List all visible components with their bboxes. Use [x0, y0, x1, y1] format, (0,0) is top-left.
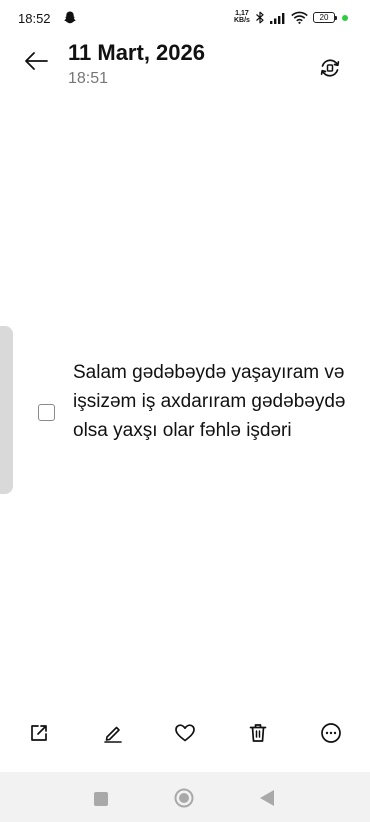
network-speed-value: 1,17 [235, 10, 249, 17]
snapchat-ghost-icon [64, 11, 76, 24]
share-icon[interactable] [27, 721, 51, 745]
sync-icon[interactable] [318, 56, 342, 80]
recent-apps-icon[interactable] [94, 792, 108, 806]
bottom-toolbar [0, 715, 370, 755]
checklist-checkbox[interactable] [38, 404, 55, 421]
back-arrow-button[interactable] [22, 48, 52, 74]
note-date: 11 Mart, 2026 [68, 40, 205, 65]
battery-icon: 20 [313, 12, 337, 23]
back-icon[interactable] [259, 789, 275, 807]
home-icon[interactable] [174, 788, 194, 808]
network-speed-unit: KB/s [234, 17, 250, 24]
edit-icon[interactable] [101, 721, 125, 745]
status-time: 18:52 [18, 11, 51, 26]
note-time: 18:51 [68, 70, 109, 87]
bluetooth-icon [256, 11, 264, 24]
more-icon[interactable] [319, 721, 343, 745]
heart-icon[interactable] [173, 721, 197, 745]
status-bar: 18:52 1,17 KB/s 20 [0, 0, 370, 36]
system-navigation-bar [0, 772, 370, 822]
wifi-icon [291, 11, 308, 24]
signal-icon [270, 13, 285, 24]
trash-icon[interactable] [246, 721, 270, 745]
checklist-item-text[interactable]: Salam gədəbəydə yaşayıram və işsizəm iş … [73, 358, 353, 445]
privacy-indicator-dot [342, 15, 348, 21]
edge-panel-handle[interactable] [0, 326, 13, 494]
network-speed: 1,17 KB/s [234, 10, 250, 24]
